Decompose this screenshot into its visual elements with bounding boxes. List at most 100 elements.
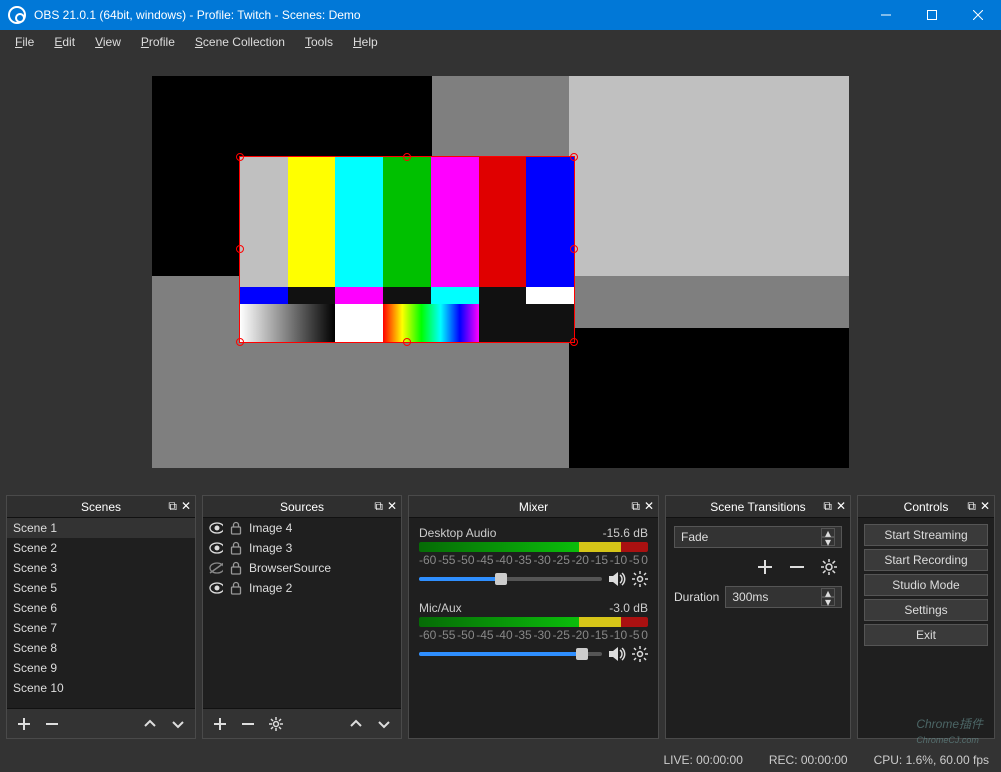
lock-icon[interactable]	[229, 541, 243, 555]
scene-item[interactable]: Scene 9	[7, 658, 195, 678]
preview-canvas[interactable]	[152, 76, 849, 468]
volume-slider[interactable]	[419, 577, 602, 581]
scene-item[interactable]: Scene 3	[7, 558, 195, 578]
resize-handle[interactable]	[236, 153, 244, 161]
gear-icon[interactable]	[632, 646, 648, 662]
source-properties-button[interactable]	[265, 713, 287, 735]
window-title: OBS 21.0.1 (64bit, windows) - Profile: T…	[34, 8, 863, 22]
undock-icon[interactable]: ⧉	[823, 499, 832, 514]
scene-item[interactable]: Scene 1	[7, 518, 195, 538]
status-rec: REC: 00:00:00	[769, 753, 848, 767]
close-panel-icon[interactable]: ✕	[836, 499, 846, 514]
status-live: LIVE: 00:00:00	[663, 753, 742, 767]
eye-icon[interactable]	[209, 541, 223, 555]
eye-icon[interactable]	[209, 581, 223, 595]
transition-select[interactable]: Fade ▴▾	[674, 526, 842, 548]
gear-icon[interactable]	[632, 571, 648, 587]
remove-transition-button[interactable]	[786, 556, 808, 578]
vu-meter	[419, 617, 648, 627]
start-streaming-button[interactable]: Start Streaming	[864, 524, 988, 546]
menu-file[interactable]: File	[6, 31, 43, 53]
channel-db: -15.6 dB	[603, 526, 648, 540]
channel-db: -3.0 dB	[609, 601, 648, 615]
eye-off-icon[interactable]	[209, 561, 223, 575]
resize-handle[interactable]	[570, 153, 578, 161]
menu-scene-collection[interactable]: Scene Collection	[186, 31, 294, 53]
menu-view[interactable]: View	[86, 31, 130, 53]
source-item[interactable]: BrowserSource	[203, 558, 401, 578]
source-label: Image 4	[249, 521, 292, 535]
scenes-list[interactable]: Scene 1Scene 2Scene 3Scene 5Scene 6Scene…	[7, 518, 195, 708]
start-recording-button[interactable]: Start Recording	[864, 549, 988, 571]
lock-icon[interactable]	[229, 561, 243, 575]
move-source-down-button[interactable]	[373, 713, 395, 735]
window-titlebar: OBS 21.0.1 (64bit, windows) - Profile: T…	[0, 0, 1001, 30]
studio-mode-button[interactable]: Studio Mode	[864, 574, 988, 596]
channel-name: Desktop Audio	[419, 526, 496, 540]
preview-area[interactable]	[0, 54, 1001, 489]
undock-icon[interactable]: ⧉	[374, 499, 383, 514]
minimize-button[interactable]	[863, 0, 909, 30]
volume-slider[interactable]	[419, 652, 602, 656]
selected-source-bounds[interactable]	[239, 156, 575, 343]
resize-handle[interactable]	[236, 338, 244, 346]
source-item[interactable]: Image 3	[203, 538, 401, 558]
menu-tools[interactable]: Tools	[296, 31, 342, 53]
menu-edit[interactable]: Edit	[45, 31, 84, 53]
remove-scene-button[interactable]	[41, 713, 63, 735]
remove-source-button[interactable]	[237, 713, 259, 735]
source-item[interactable]: Image 2	[203, 578, 401, 598]
transition-properties-button[interactable]	[818, 556, 840, 578]
close-panel-icon[interactable]: ✕	[644, 499, 654, 514]
resize-handle[interactable]	[403, 338, 411, 346]
channel-name: Mic/Aux	[419, 601, 462, 615]
scene-item[interactable]: Scene 2	[7, 538, 195, 558]
exit-button[interactable]: Exit	[864, 624, 988, 646]
source-label: Image 2	[249, 581, 292, 595]
add-transition-button[interactable]	[754, 556, 776, 578]
vu-meter	[419, 542, 648, 552]
sources-title: Sources	[280, 500, 324, 514]
close-panel-icon[interactable]: ✕	[980, 499, 990, 514]
resize-handle[interactable]	[403, 153, 411, 161]
add-scene-button[interactable]	[13, 713, 35, 735]
undock-icon[interactable]: ⧉	[967, 499, 976, 514]
source-item[interactable]: Image 4	[203, 518, 401, 538]
move-scene-up-button[interactable]	[139, 713, 161, 735]
scenes-panel: Scenes ⧉ ✕ Scene 1Scene 2Scene 3Scene 5S…	[6, 495, 196, 739]
menu-help[interactable]: Help	[344, 31, 387, 53]
undock-icon[interactable]: ⧉	[168, 499, 177, 514]
add-source-button[interactable]	[209, 713, 231, 735]
speaker-icon[interactable]	[608, 646, 626, 662]
move-source-up-button[interactable]	[345, 713, 367, 735]
close-panel-icon[interactable]: ✕	[181, 499, 191, 514]
mixer-title: Mixer	[519, 500, 548, 514]
resize-handle[interactable]	[570, 338, 578, 346]
scene-item[interactable]: Scene 7	[7, 618, 195, 638]
maximize-button[interactable]	[909, 0, 955, 30]
menubar: File Edit View Profile Scene Collection …	[0, 30, 1001, 54]
move-scene-down-button[interactable]	[167, 713, 189, 735]
scene-item[interactable]: Scene 10	[7, 678, 195, 698]
sources-list[interactable]: Image 4 Image 3 BrowserSource Image 2	[203, 518, 401, 708]
undock-icon[interactable]: ⧉	[631, 499, 640, 514]
eye-icon[interactable]	[209, 521, 223, 535]
close-button[interactable]	[955, 0, 1001, 30]
speaker-icon[interactable]	[608, 571, 626, 587]
menu-profile[interactable]: Profile	[132, 31, 184, 53]
resize-handle[interactable]	[570, 245, 578, 253]
source-label: BrowserSource	[249, 561, 331, 575]
resize-handle[interactable]	[236, 245, 244, 253]
scene-item[interactable]: Scene 8	[7, 638, 195, 658]
lock-icon[interactable]	[229, 521, 243, 535]
mixer-channel: Mic/Aux-3.0 dB-60-55-50-45-40-35-30-25-2…	[419, 601, 648, 662]
controls-panel: Controls ⧉✕ Start StreamingStart Recordi…	[857, 495, 995, 739]
settings-button[interactable]: Settings	[864, 599, 988, 621]
status-cpu: CPU: 1.6%, 60.00 fps	[874, 753, 989, 767]
close-panel-icon[interactable]: ✕	[387, 499, 397, 514]
scene-item[interactable]: Scene 5	[7, 578, 195, 598]
lock-icon[interactable]	[229, 581, 243, 595]
duration-input[interactable]: 300ms ▴▾	[725, 586, 842, 608]
scene-item[interactable]: Scene 6	[7, 598, 195, 618]
transitions-title: Scene Transitions	[710, 500, 805, 514]
